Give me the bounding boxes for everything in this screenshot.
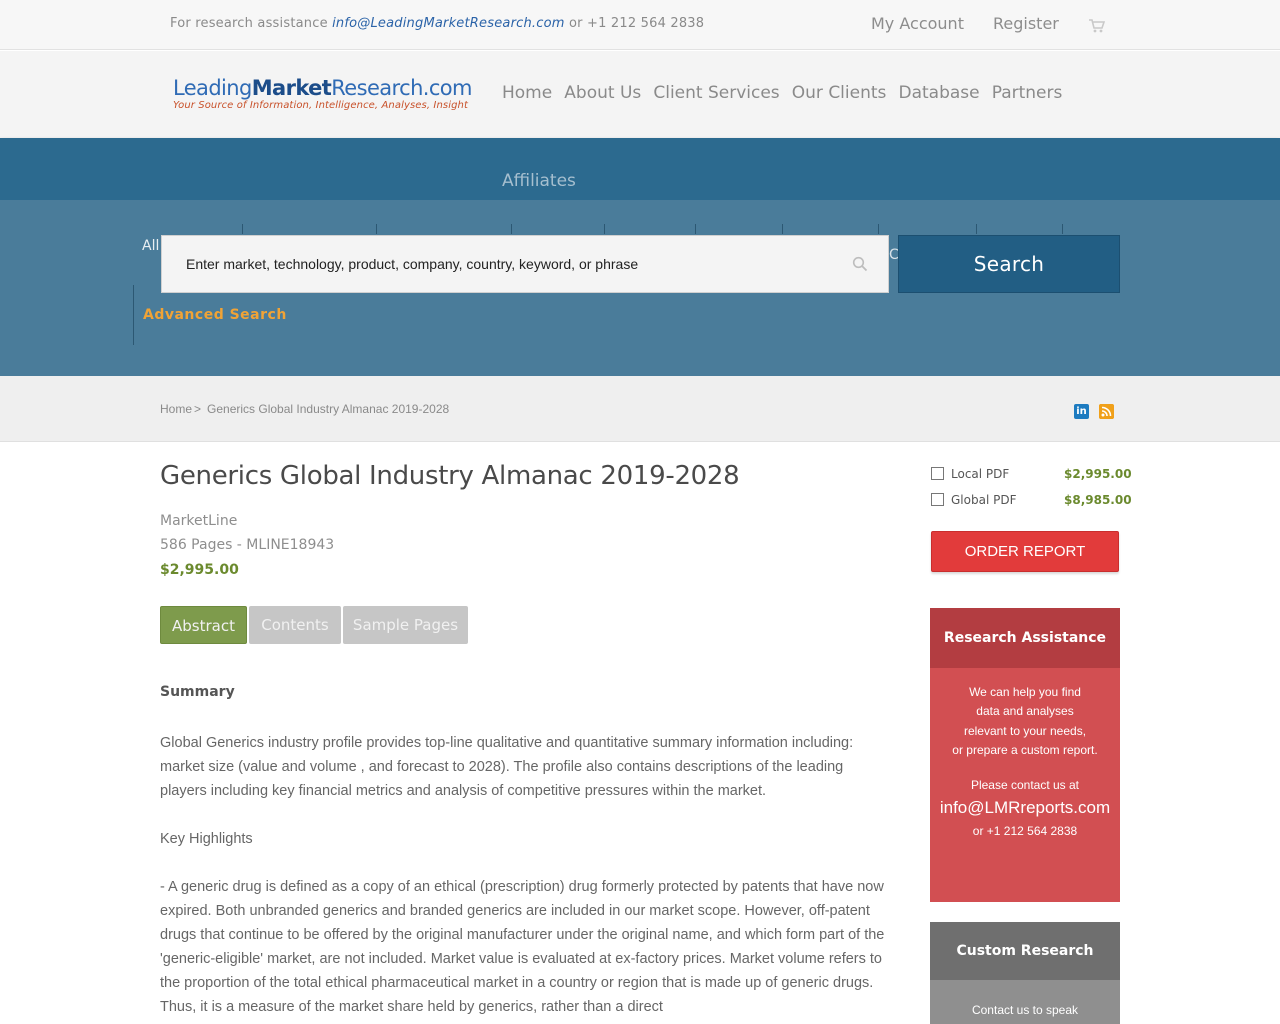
- logo-wordmark: LeadingMarketResearch.com: [173, 76, 473, 100]
- report-publisher[interactable]: MarketLine: [160, 513, 237, 529]
- breadcrumb: Home > Generics Global Industry Almanac 20…: [160, 402, 449, 416]
- search-category-select[interactable]: All: [142, 238, 159, 254]
- advanced-search-link[interactable]: Advanced Search: [143, 307, 287, 323]
- report-pages-code: 586 Pages - MLINE18943: [160, 537, 335, 553]
- assist-phone: or +1 212 564 2838: [568, 16, 705, 31]
- global-pdf-checkbox[interactable]: [931, 493, 944, 506]
- assist-text-line: or prepare a custom report.: [952, 743, 1098, 757]
- tab-sample-pages[interactable]: Sample Pages: [343, 606, 468, 644]
- option-price: $8,985.00: [1064, 493, 1132, 507]
- assist-text-line: We can help you find: [969, 685, 1081, 699]
- option-price: $2,995.00: [1064, 467, 1132, 481]
- main-nav: Home About Us Client Services Our Client…: [502, 83, 1069, 103]
- breadcrumb-bar: Home > Generics Global Industry Almanac 20…: [0, 376, 1280, 442]
- summary-heading: Summary: [160, 684, 235, 700]
- research-assistance-contact: For research assistance info@LeadingMark…: [170, 16, 704, 31]
- cart-icon[interactable]: [1089, 19, 1105, 33]
- assist-email-link[interactable]: info@LMRreports.com: [930, 798, 1120, 818]
- tab-contents[interactable]: Contents: [249, 606, 341, 644]
- research-assistance-heading: Research Assistance: [930, 608, 1120, 668]
- nav-database[interactable]: Database: [898, 83, 979, 103]
- option-local-pdf[interactable]: Local PDF $2,995.00: [931, 467, 1132, 481]
- search-button[interactable]: Search: [898, 235, 1120, 293]
- site-logo[interactable]: LeadingMarketResearch.com Your Source of…: [173, 76, 473, 111]
- option-label: Global PDF: [951, 493, 1017, 507]
- local-pdf-checkbox[interactable]: [931, 467, 944, 480]
- tab-abstract[interactable]: Abstract: [160, 606, 247, 644]
- logo-tagline: Your Source of Information, Intelligence…: [173, 100, 468, 111]
- option-label: Local PDF: [951, 467, 1010, 481]
- breadcrumb-separator: >: [194, 402, 202, 416]
- search-field[interactable]: [161, 235, 889, 293]
- divider: [133, 285, 134, 345]
- assist-prefix: For research assistance: [170, 16, 328, 31]
- custom-research-panel: Custom Research Contact us to speak: [930, 922, 1120, 1024]
- search-area: All C Search Advanced Search: [0, 200, 1280, 376]
- custom-research-text: Contact us to speak: [971, 1003, 1079, 1017]
- assist-text-line: relevant to your needs,: [963, 724, 1087, 738]
- search-icon[interactable]: [852, 256, 868, 272]
- top-bar: For research assistance info@LeadingMark…: [0, 0, 1280, 50]
- my-account-link[interactable]: My Account: [871, 14, 964, 33]
- site-header: LeadingMarketResearch.com Your Source of…: [0, 51, 1280, 138]
- summary-paragraph: Global Generics industry profile provide…: [160, 735, 854, 799]
- assist-text-line: data and analyses: [976, 704, 1074, 718]
- key-highlights-heading: Key Highlights: [160, 831, 253, 847]
- assist-email-link[interactable]: info@LeadingMarketResearch.com: [332, 16, 565, 31]
- highlights-paragraph: - A generic drug is defined as a copy of…: [160, 879, 885, 1015]
- page-title: Generics Global Industry Almanac 2019-20…: [160, 461, 740, 491]
- rss-icon[interactable]: [1099, 404, 1114, 419]
- report-price: $2,995.00: [160, 562, 239, 578]
- breadcrumb-home[interactable]: Home: [160, 402, 192, 416]
- nav-client-services[interactable]: Client Services: [653, 83, 779, 103]
- nav-partners[interactable]: Partners: [992, 83, 1063, 103]
- nav-band: Affiliates: [0, 138, 1280, 200]
- breadcrumb-current: Generics Global Industry Almanac 2019-20…: [207, 402, 450, 416]
- contact-prompt: Please contact us at: [970, 778, 1080, 792]
- nav-about-us[interactable]: About Us: [564, 83, 641, 103]
- nav-our-clients[interactable]: Our Clients: [792, 83, 887, 103]
- nav-home[interactable]: Home: [502, 83, 552, 103]
- nav-affiliates[interactable]: Affiliates: [502, 171, 576, 191]
- order-report-button[interactable]: ORDER REPORT: [931, 531, 1119, 572]
- search-input[interactable]: [162, 236, 842, 292]
- register-link[interactable]: Register: [993, 14, 1059, 33]
- custom-research-heading: Custom Research: [930, 922, 1120, 980]
- option-global-pdf[interactable]: Global PDF $8,985.00: [931, 493, 1132, 507]
- linkedin-icon[interactable]: in: [1074, 404, 1089, 419]
- research-assistance-panel: Research Assistance We can help you find…: [930, 608, 1120, 902]
- assist-phone: or +1 212 564 2838: [972, 824, 1078, 838]
